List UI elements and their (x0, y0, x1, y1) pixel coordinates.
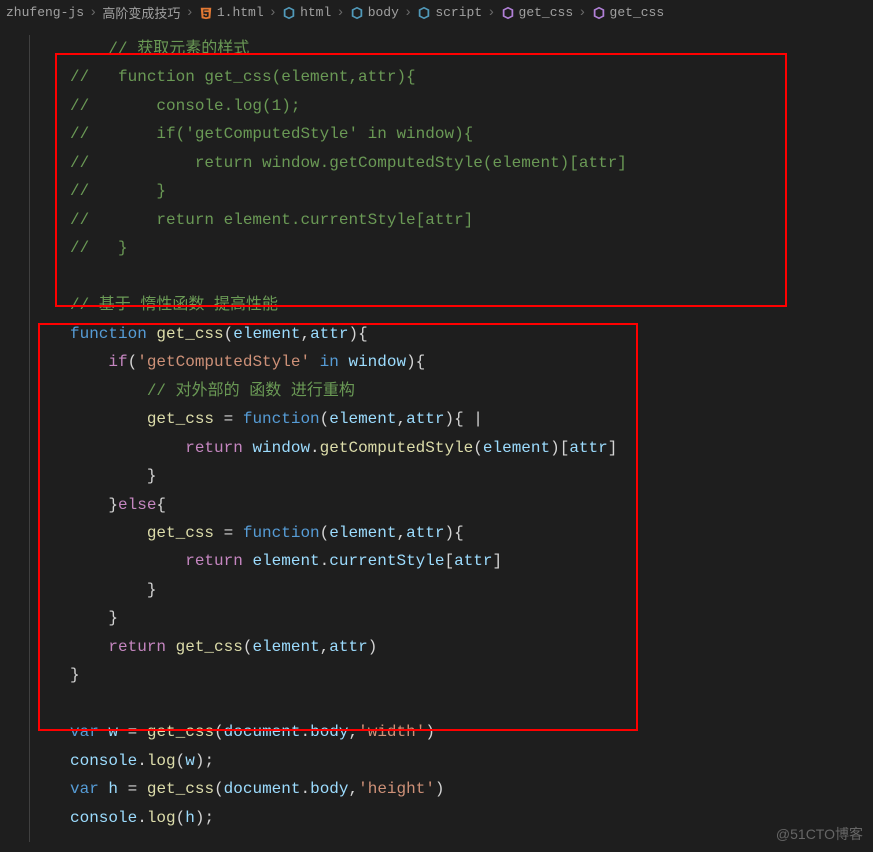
breadcrumb-item[interactable]: zhufeng-js (6, 5, 84, 20)
chevron-right-icon: › (575, 5, 589, 21)
code-line[interactable]: // 获取元素的样式 (70, 35, 873, 63)
code-line[interactable]: if('getComputedStyle' in window){ (70, 348, 873, 376)
code-line[interactable]: } (70, 661, 873, 689)
breadcrumb-item[interactable]: body (350, 5, 399, 20)
code-line[interactable]: return window.getComputedStyle(element)[… (70, 434, 873, 462)
code-line[interactable]: // console.log(1); (70, 92, 873, 120)
chevron-right-icon: › (484, 5, 498, 21)
code-editor[interactable]: // 获取元素的样式// function get_css(element,at… (0, 25, 873, 832)
code-line[interactable]: // return window.getComputedStyle(elemen… (70, 149, 873, 177)
code-line[interactable]: return element.currentStyle[attr] (70, 547, 873, 575)
code-line[interactable]: // function get_css(element,attr){ (70, 63, 873, 91)
code-line[interactable]: // } (70, 177, 873, 205)
breadcrumb-item[interactable]: script (417, 5, 482, 20)
code-line[interactable]: // 基于 惰性函数 提高性能 (70, 291, 873, 319)
code-line[interactable] (70, 690, 873, 718)
code-content[interactable]: // 获取元素的样式// function get_css(element,at… (30, 35, 873, 832)
code-line[interactable]: // if('getComputedStyle' in window){ (70, 120, 873, 148)
symbol-icon (592, 6, 606, 20)
chevron-right-icon: › (401, 5, 415, 21)
symbol-icon (282, 6, 296, 20)
symbol-icon (350, 6, 364, 20)
code-line[interactable]: var w = get_css(document.body,'width') (70, 718, 873, 746)
code-line[interactable] (70, 263, 873, 291)
file-html-icon (199, 6, 213, 20)
breadcrumb-item[interactable]: get_css (501, 5, 574, 20)
code-line[interactable]: // return element.currentStyle[attr] (70, 206, 873, 234)
breadcrumb-item[interactable]: html (282, 5, 331, 20)
code-line[interactable]: return get_css(element,attr) (70, 633, 873, 661)
editor-gutter (0, 35, 30, 842)
code-line[interactable]: // } (70, 234, 873, 262)
code-line[interactable]: console.log(h); (70, 804, 873, 832)
code-line[interactable]: console.log(w); (70, 747, 873, 775)
breadcrumb: zhufeng-js › 高阶变成技巧 › 1.html › html › bo… (0, 0, 873, 25)
symbol-icon (501, 6, 515, 20)
code-line[interactable]: get_css = function(element,attr){ (70, 519, 873, 547)
code-line[interactable]: } (70, 462, 873, 490)
code-line[interactable]: get_css = function(element,attr){ | (70, 405, 873, 433)
code-line[interactable]: function get_css(element,attr){ (70, 320, 873, 348)
breadcrumb-item[interactable]: 高阶变成技巧 (102, 3, 180, 22)
chevron-right-icon: › (333, 5, 347, 21)
code-line[interactable]: } (70, 576, 873, 604)
code-line[interactable]: } (70, 604, 873, 632)
breadcrumb-item[interactable]: 1.html (199, 5, 264, 20)
code-line[interactable]: // 对外部的 函数 进行重构 (70, 377, 873, 405)
chevron-right-icon: › (266, 5, 280, 21)
code-line[interactable]: }else{ (70, 491, 873, 519)
breadcrumb-item[interactable]: get_css (592, 5, 665, 20)
watermark: @51CTO博客 (776, 824, 863, 844)
symbol-icon (417, 6, 431, 20)
code-line[interactable]: var h = get_css(document.body,'height') (70, 775, 873, 803)
chevron-right-icon: › (86, 5, 100, 21)
chevron-right-icon: › (182, 5, 196, 21)
